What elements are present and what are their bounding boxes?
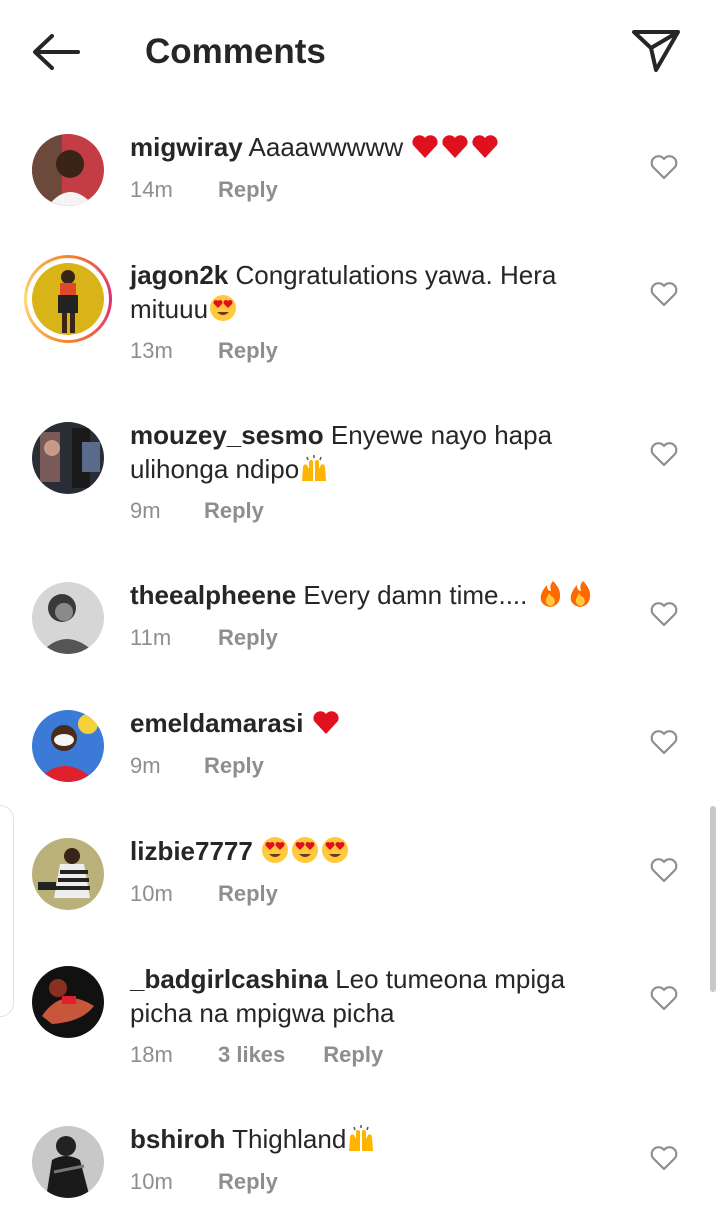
comment-text: jagon2k Congratulations yawa. Hera mituu… bbox=[130, 258, 630, 326]
reply-button[interactable]: Reply bbox=[204, 751, 264, 781]
fire-emoji-icon bbox=[565, 579, 595, 609]
scrollbar[interactable] bbox=[710, 806, 716, 992]
heart-eyes-emoji-icon bbox=[260, 835, 290, 865]
top-bar: Comments bbox=[0, 0, 720, 104]
avatar[interactable] bbox=[32, 134, 104, 206]
comment-time: 9m bbox=[130, 498, 161, 523]
edge-panel-handle[interactable] bbox=[0, 805, 14, 1017]
comment-meta: 13m Reply bbox=[130, 336, 278, 366]
avatar[interactable] bbox=[32, 838, 104, 910]
comment-meta: 9m Reply bbox=[130, 496, 264, 526]
comment-text: bshiroh Thighland bbox=[130, 1122, 630, 1156]
comment-time: 13m bbox=[130, 338, 173, 363]
like-heart-icon[interactable] bbox=[650, 729, 678, 755]
like-heart-icon[interactable] bbox=[650, 441, 678, 467]
back-arrow-icon[interactable] bbox=[28, 30, 82, 74]
paper-plane-icon[interactable] bbox=[630, 26, 682, 74]
comment-meta: 10m Reply bbox=[130, 879, 278, 909]
comment-meta: 10m Reply bbox=[130, 1167, 278, 1197]
comment-username[interactable]: emeldamarasi bbox=[130, 708, 303, 738]
avatar[interactable] bbox=[32, 966, 104, 1038]
comment-body: Aaaawwwww bbox=[248, 132, 404, 162]
comment-text: emeldamarasi bbox=[130, 706, 630, 740]
comment-time: 11m bbox=[130, 625, 172, 650]
reply-button[interactable]: Reply bbox=[323, 1040, 383, 1070]
raised-hands-emoji-icon bbox=[346, 1123, 376, 1153]
page-title: Comments bbox=[145, 32, 326, 71]
comment-meta: 18m 3 likes Reply bbox=[130, 1040, 383, 1070]
comment-time: 18m bbox=[130, 1042, 173, 1067]
reply-button[interactable]: Reply bbox=[204, 496, 264, 526]
comment-username[interactable]: theealpheene bbox=[130, 580, 296, 610]
red-heart-emoji-icon bbox=[311, 707, 341, 737]
comment-meta: 9m Reply bbox=[130, 751, 264, 781]
avatar[interactable] bbox=[32, 582, 104, 654]
reply-button[interactable]: Reply bbox=[218, 1167, 278, 1197]
reply-button[interactable]: Reply bbox=[218, 175, 278, 205]
like-heart-icon[interactable] bbox=[650, 985, 678, 1011]
like-heart-icon[interactable] bbox=[650, 154, 678, 180]
like-heart-icon[interactable] bbox=[650, 1145, 678, 1171]
avatar[interactable] bbox=[32, 422, 104, 494]
avatar[interactable] bbox=[32, 1126, 104, 1198]
comment-text: mouzey_sesmo Enyewe nayo hapa ulihonga n… bbox=[130, 418, 630, 486]
comment-text: theealpheene Every damn time.... bbox=[130, 578, 630, 612]
reply-button[interactable]: Reply bbox=[218, 623, 278, 653]
reply-button[interactable]: Reply bbox=[218, 879, 278, 909]
red-heart-emoji-icon bbox=[470, 131, 500, 161]
story-ring[interactable] bbox=[24, 255, 112, 343]
fire-emoji-icon bbox=[535, 579, 565, 609]
comment-text: _badgirlcashina Leo tumeona mpiga picha … bbox=[130, 962, 630, 1030]
comment-username[interactable]: mouzey_sesmo bbox=[130, 420, 324, 450]
red-heart-emoji-icon bbox=[410, 131, 440, 161]
like-heart-icon[interactable] bbox=[650, 601, 678, 627]
comment-time: 10m bbox=[130, 881, 173, 906]
raised-hands-emoji-icon bbox=[299, 453, 329, 483]
like-heart-icon[interactable] bbox=[650, 857, 678, 883]
likes-count[interactable]: 3 likes bbox=[218, 1040, 285, 1070]
comment-username[interactable]: migwiray bbox=[130, 132, 243, 162]
comment-text: lizbie7777 bbox=[130, 834, 630, 868]
comment-body: Every damn time.... bbox=[303, 580, 535, 610]
comment-time: 9m bbox=[130, 753, 161, 778]
red-heart-emoji-icon bbox=[440, 131, 470, 161]
comment-username[interactable]: jagon2k bbox=[130, 260, 228, 290]
comment-username[interactable]: lizbie7777 bbox=[130, 836, 253, 866]
comment-meta: 14m Reply bbox=[130, 175, 278, 205]
heart-eyes-emoji-icon bbox=[320, 835, 350, 865]
heart-eyes-emoji-icon bbox=[290, 835, 320, 865]
comment-text: migwiray Aaaawwwww bbox=[130, 130, 630, 164]
comment-username[interactable]: _badgirlcashina bbox=[130, 964, 328, 994]
avatar bbox=[32, 263, 104, 335]
comment-body: Thighland bbox=[232, 1124, 347, 1154]
avatar[interactable] bbox=[32, 710, 104, 782]
comment-time: 14m bbox=[130, 177, 173, 202]
like-heart-icon[interactable] bbox=[650, 281, 678, 307]
comment-time: 10m bbox=[130, 1169, 173, 1194]
comment-meta: 11m Reply bbox=[130, 623, 278, 653]
reply-button[interactable]: Reply bbox=[218, 336, 278, 366]
comment-username[interactable]: bshiroh bbox=[130, 1124, 225, 1154]
heart-eyes-emoji-icon bbox=[208, 293, 238, 323]
